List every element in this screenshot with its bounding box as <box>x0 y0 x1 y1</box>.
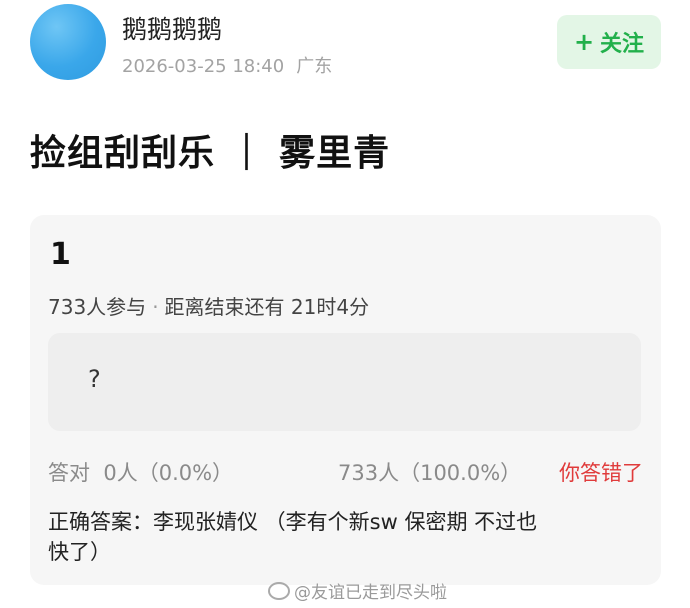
plus-icon: + <box>573 28 595 56</box>
verdict-label: 你答错了 <box>559 461 643 485</box>
follow-label: 关注 <box>600 32 645 57</box>
stats-separator: · <box>152 295 159 319</box>
correct-answer: 正确答案：李现张婧仪 （李有个新sw 保密期 不过也 快了） <box>48 507 648 567</box>
post-timestamp: 2026-03-25 18:40 <box>122 56 285 77</box>
weibo-icon <box>268 581 290 600</box>
author-name[interactable]: 鹅鹅鹅鹅 <box>122 10 222 46</box>
time-remaining: 距离结束还有 21时4分 <box>164 295 370 319</box>
avatar[interactable] <box>30 4 106 80</box>
quiz-number: 1 <box>50 237 71 272</box>
correct-answer-line-1: 正确答案：李现张婧仪 （李有个新sw 保密期 不过也 <box>48 510 538 534</box>
watermark: @友谊已走到尽头啦 <box>268 578 447 603</box>
quiz-card: 1 733人参与 · 距离结束还有 21时4分 ? 答对 0人（0.0%） 733人… <box>30 215 661 585</box>
wrong-stat: 733人（100.0%） <box>338 461 522 485</box>
post-title: 捡组刮刮乐 ｜ 雾里青 <box>30 133 391 174</box>
answer-placeholder: ? <box>88 365 101 393</box>
post-location: 广东 <box>296 56 333 77</box>
watermark-text: @友谊已走到尽头啦 <box>294 583 447 603</box>
correct-answer-line-2: 快了） <box>48 540 111 564</box>
correct-stat: 答对 0人（0.0%） <box>48 461 234 485</box>
post-meta: 2026-03-25 18:40 广东 <box>122 52 332 78</box>
participant-count: 733人参与 <box>48 295 147 319</box>
answer-box[interactable]: ? <box>48 333 641 431</box>
follow-button[interactable]: + 关注 <box>557 15 661 69</box>
quiz-stats: 733人参与 · 距离结束还有 21时4分 <box>48 291 369 320</box>
